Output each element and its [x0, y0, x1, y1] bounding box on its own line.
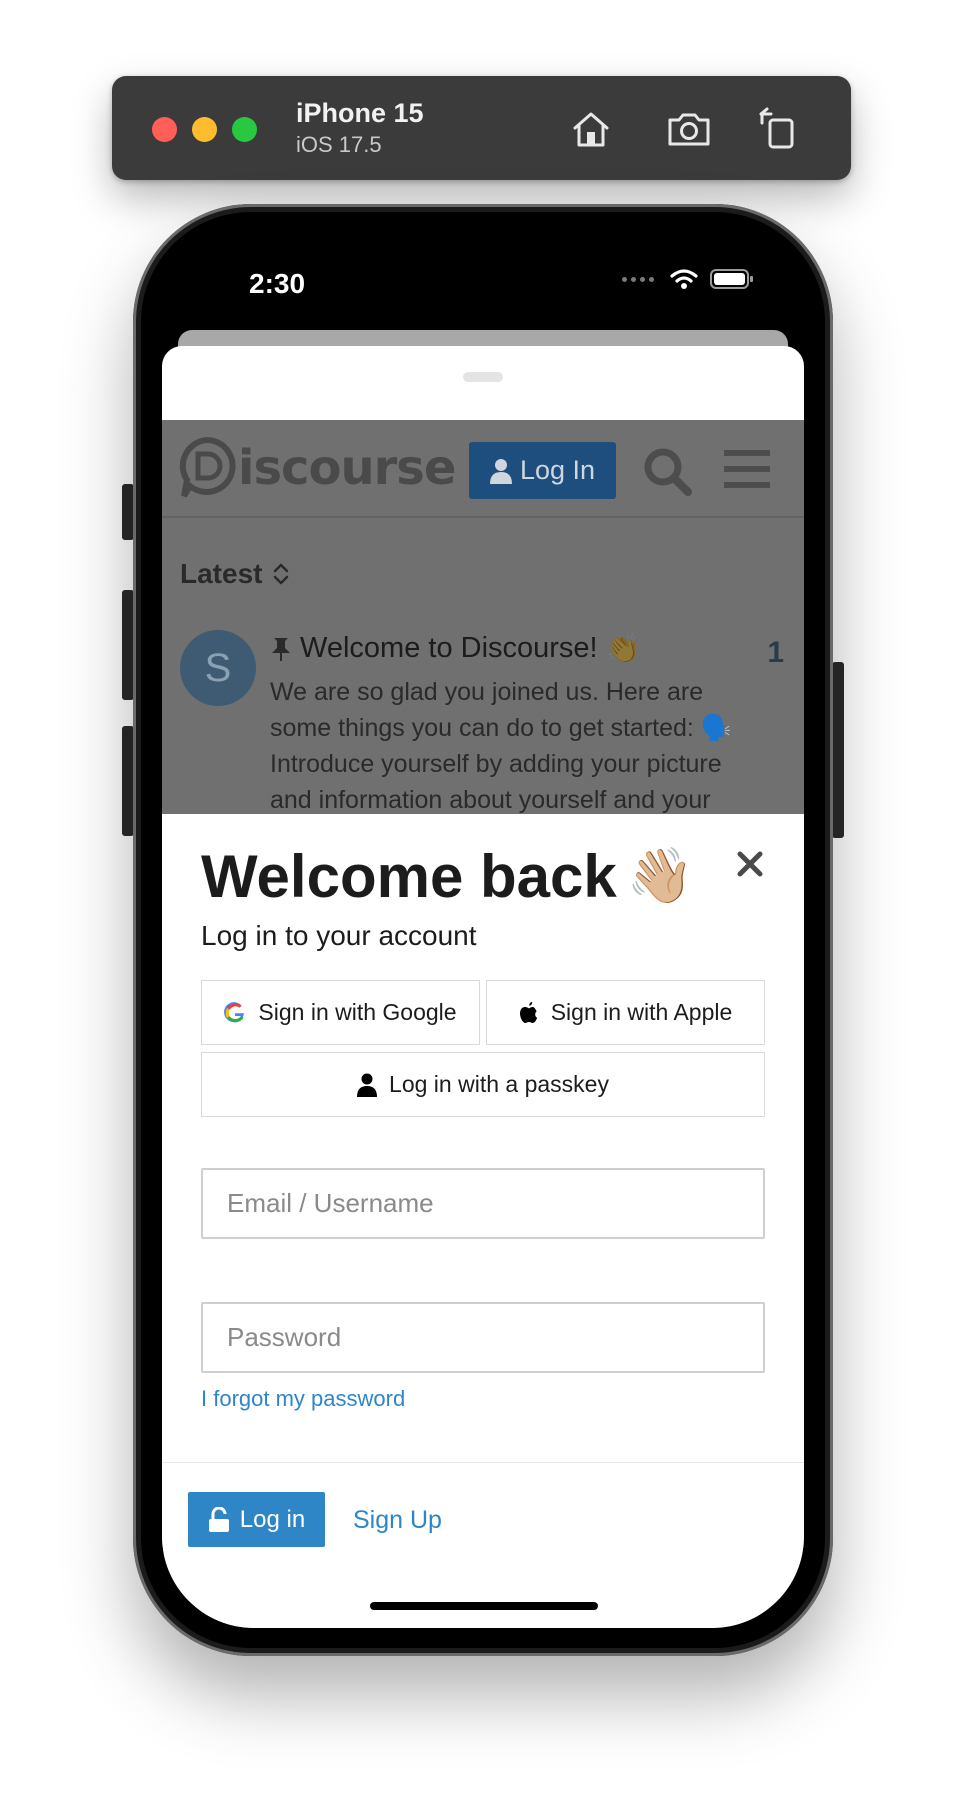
apple-icon — [519, 1001, 537, 1023]
wifi-icon — [670, 269, 698, 289]
topic-title: Welcome to Discourse! 👏 — [270, 632, 641, 665]
home-indicator[interactable] — [370, 1602, 598, 1610]
logo-text: iscourse — [238, 440, 456, 496]
topic-reply-count: 1 — [767, 636, 784, 669]
topic-excerpt: We are so glad you joined us. Here are s… — [270, 678, 732, 814]
discourse-page-dimmed: iscourse Log In Latest S Welcome to Disc… — [162, 420, 804, 814]
device-name: iPhone 15 — [296, 98, 424, 128]
os-version: iOS 17.5 — [296, 132, 382, 157]
passkey-login-button[interactable]: Log in with a passkey — [201, 1052, 765, 1117]
latest-filter: Latest — [180, 558, 290, 590]
modal-footer-divider — [162, 1462, 804, 1463]
modal-title: Welcome back 👋🏼 — [201, 842, 694, 911]
login-button[interactable]: Log in — [188, 1492, 325, 1547]
sheet-grabber[interactable] — [463, 372, 503, 382]
topic-title-text: Welcome to Discourse! — [300, 632, 598, 664]
status-icons — [622, 268, 754, 290]
modal-title-text: Welcome back — [201, 843, 617, 910]
signup-link[interactable]: Sign Up — [353, 1506, 442, 1535]
apple-signin-label: Sign in with Apple — [550, 999, 733, 1025]
phone-screen: 2:30 iscourse Log In Latest S Welcome to… — [162, 218, 804, 1628]
hamburger-menu-icon — [724, 448, 770, 495]
rotate-icon[interactable] — [756, 106, 802, 152]
unlock-icon — [208, 1506, 229, 1532]
password-input[interactable] — [201, 1302, 765, 1373]
pin-icon — [272, 637, 290, 661]
discourse-logo: iscourse — [178, 436, 456, 500]
chevron-updown-icon — [274, 563, 289, 585]
page-login-label: Log In — [519, 455, 596, 485]
status-time: 2:30 — [249, 268, 306, 299]
passkey-login-label: Log in with a passkey — [389, 1071, 609, 1097]
user-icon — [357, 1073, 378, 1097]
signal-icon — [622, 276, 654, 282]
user-icon — [489, 458, 512, 484]
search-icon — [642, 446, 694, 503]
zoom-window-button[interactable] — [232, 117, 257, 142]
simulator-toolbar: iPhone 15 iOS 17.5 — [112, 76, 851, 180]
screenshot-icon[interactable] — [666, 106, 712, 152]
google-signin-button[interactable]: Sign in with Google — [201, 980, 480, 1045]
page-login-button: Log In — [469, 442, 616, 499]
apple-signin-button[interactable]: Sign in with Apple — [486, 980, 765, 1045]
forgot-password-link[interactable]: I forgot my password — [201, 1386, 405, 1412]
latest-label: Latest — [180, 558, 263, 589]
discourse-logo-icon — [179, 436, 236, 498]
page-header-divider — [162, 516, 804, 518]
modal-subtitle: Log in to your account — [201, 920, 477, 951]
clapping-hands-icon: 👏 — [605, 633, 641, 664]
close-window-button[interactable] — [152, 117, 177, 142]
login-modal: Welcome back 👋🏼 Log in to your account S… — [162, 814, 804, 1628]
email-username-input[interactable] — [201, 1168, 765, 1239]
home-icon[interactable] — [568, 106, 614, 152]
waving-hand-icon: 👋🏼 — [626, 846, 695, 906]
google-icon — [224, 1001, 245, 1022]
power-button — [832, 662, 844, 838]
google-signin-label: Sign in with Google — [258, 999, 457, 1025]
minimize-window-button[interactable] — [192, 117, 217, 142]
close-icon[interactable] — [732, 846, 768, 882]
battery-icon — [710, 269, 753, 289]
browser-sheet: iscourse Log In Latest S Welcome to Disc… — [162, 346, 804, 1628]
topic-avatar: S — [180, 630, 256, 706]
login-button-label: Log in — [239, 1505, 306, 1533]
